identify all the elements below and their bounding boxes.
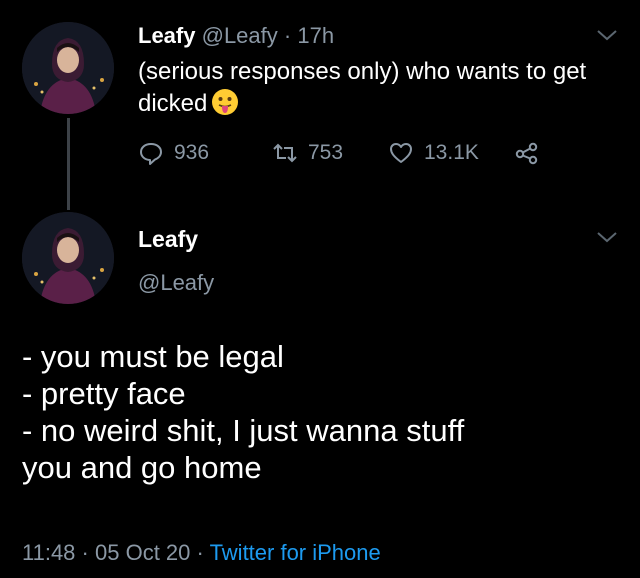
reply-icon bbox=[140, 143, 162, 165]
separator: · bbox=[196, 540, 204, 565]
tweet-line: - you must be legal bbox=[22, 339, 284, 374]
tweet-meta: 11:48 · 05 Oct 20 · Twitter for iPhone bbox=[22, 540, 381, 566]
heart-icon bbox=[390, 143, 412, 163]
reply-button[interactable]: 936 bbox=[138, 140, 209, 166]
avatar-image bbox=[22, 212, 114, 304]
tweet-date[interactable]: 05 Oct 20 bbox=[95, 540, 190, 565]
chevron-down-icon[interactable] bbox=[596, 230, 618, 244]
tweet-text: (serious responses only) who wants to ge… bbox=[138, 56, 608, 120]
avatar[interactable] bbox=[22, 212, 114, 304]
tweet-line: - pretty face bbox=[22, 376, 186, 411]
tweet-time[interactable]: 11:48 bbox=[22, 540, 75, 565]
tweet-actions: 936 753 13.1K bbox=[138, 140, 618, 170]
display-name[interactable]: Leafy bbox=[138, 226, 198, 253]
tweet-body: - you must be legal - pretty face - no w… bbox=[22, 338, 622, 486]
tweet-line: you and go home bbox=[22, 450, 262, 485]
retweet-icon bbox=[273, 143, 297, 163]
retweet-count: 753 bbox=[308, 141, 344, 164]
tweet-text-content: (serious responses only) who wants to ge… bbox=[138, 58, 587, 117]
share-button[interactable] bbox=[514, 140, 550, 166]
separator: · bbox=[81, 540, 89, 565]
tweet-source-link[interactable]: Twitter for iPhone bbox=[210, 540, 381, 565]
retweet-button[interactable]: 753 bbox=[272, 140, 343, 166]
like-button[interactable]: 13.1K bbox=[388, 140, 479, 166]
face-with-tongue-emoji-icon bbox=[212, 89, 239, 115]
display-name[interactable]: Leafy bbox=[138, 23, 195, 48]
chevron-down-icon[interactable] bbox=[596, 28, 618, 42]
thread-connector bbox=[67, 118, 70, 210]
tweet-header: Leafy @Leafy · 17h bbox=[138, 22, 334, 50]
share-icon bbox=[515, 142, 538, 165]
handle[interactable]: @Leafy bbox=[202, 23, 278, 48]
like-count: 13.1K bbox=[424, 141, 479, 164]
timestamp[interactable]: 17h bbox=[297, 23, 334, 48]
handle[interactable]: @Leafy bbox=[138, 270, 214, 296]
reply-count: 936 bbox=[174, 141, 210, 164]
avatar-image bbox=[22, 22, 114, 114]
separator: · bbox=[283, 23, 292, 48]
avatar[interactable] bbox=[22, 22, 114, 114]
tweet-line: - no weird shit, I just wanna stuff bbox=[22, 413, 465, 448]
